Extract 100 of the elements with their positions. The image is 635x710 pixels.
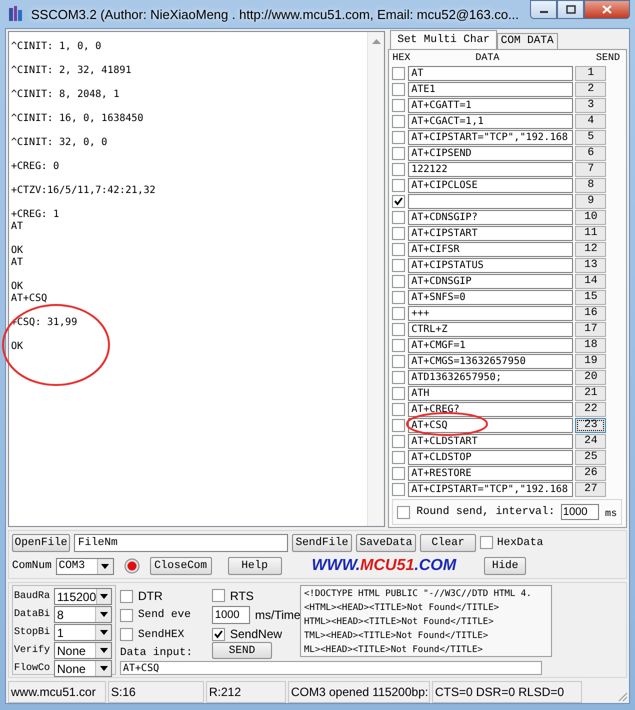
checkbox[interactable] [392,66,406,80]
send-button[interactable]: 16 [575,306,606,320]
checkbox[interactable] [392,434,406,448]
checkbox[interactable] [392,418,406,432]
open-file-button[interactable]: OpenFile [12,534,70,552]
send-button[interactable]: 5 [575,130,606,144]
setting-select[interactable]: 1 [54,624,112,641]
input-field[interactable]: AT+CMGS=13632657950 [408,354,574,368]
send-button[interactable]: 2 [575,82,606,96]
send-button[interactable]: 22 [575,402,606,416]
input-field[interactable]: AT+CIPCLOSE [408,178,574,192]
send-button[interactable]: 17 [575,322,606,336]
input-field[interactable]: AT+CIPSTATUS [408,258,574,272]
checkbox[interactable] [392,370,406,384]
setting-select[interactable]: 115200 [54,588,112,605]
send-button[interactable]: 11 [575,226,606,240]
input-field[interactable]: +++ [408,306,574,320]
checkbox[interactable] [392,402,406,416]
checkbox[interactable] [392,114,406,128]
checkbox[interactable] [392,258,406,272]
input-field[interactable]: AT+CLDSTART [408,434,574,448]
input-field[interactable]: AT+CIPSTART="TCP","192.168. [408,130,574,144]
checkbox[interactable] [120,628,133,642]
send-button[interactable]: 27 [575,482,606,496]
send-button[interactable]: 8 [575,178,606,192]
send-file-button[interactable]: SendFile [292,534,352,552]
checkbox[interactable] [392,194,406,208]
send-button[interactable]: 14 [575,274,606,288]
checkbox[interactable] [120,608,133,622]
input-field[interactable]: AT+CIPSTART [408,226,574,240]
input-field[interactable]: AT [408,66,574,80]
send-button[interactable]: 21 [575,386,606,400]
com-select[interactable]: COM3 [56,558,114,574]
input-field[interactable]: ATD13632657950; [408,370,574,384]
clear-button[interactable]: Clear [420,534,476,552]
input-field[interactable]: ATH [408,386,574,400]
input-field[interactable]: AT+CSQ [408,418,574,432]
checkbox[interactable] [392,466,406,480]
checkbox[interactable] [392,386,406,400]
input-field[interactable]: ATE1 [408,82,574,96]
send-button[interactable]: 9 [575,194,606,208]
close-com-button[interactable]: CloseCom [150,557,212,575]
checkbox[interactable] [392,178,406,192]
input-field[interactable]: AT+CMGF=1 [408,338,574,352]
interval-field[interactable]: 1000 [212,606,250,624]
send-button[interactable]: 15 [575,290,606,304]
minimize-button[interactable] [530,0,557,19]
checkbox[interactable] [392,82,406,96]
checkbox[interactable] [392,354,406,368]
checkbox[interactable] [212,589,225,602]
checkbox[interactable] [120,590,133,603]
input-field[interactable]: AT+SNFS=0 [408,290,574,304]
checkbox[interactable] [212,628,225,641]
checkbox[interactable] [392,242,406,256]
checkbox[interactable] [392,338,406,352]
maximize-button[interactable] [557,0,584,19]
setting-select[interactable]: None [54,642,112,659]
send-button[interactable]: 13 [575,258,606,272]
send-button[interactable]: 24 [575,434,606,448]
setting-select[interactable]: None [54,660,112,677]
input-field[interactable]: AT+CREG? [408,402,574,416]
checkbox[interactable] [480,536,493,549]
checkbox[interactable] [392,482,406,496]
setting-select[interactable]: 8 [54,606,112,623]
checkbox[interactable] [392,226,406,240]
input-field[interactable]: AT+CGATT=1 [408,98,574,112]
input-field[interactable]: AT+CLDSTOP [408,450,574,464]
send-button[interactable]: 19 [575,354,606,368]
input-field[interactable]: AT+CIPSTART="TCP","192.168 [408,482,574,496]
send-button[interactable]: 26 [575,466,606,480]
input-field[interactable]: AT+CIFSR [408,242,574,256]
close-button[interactable] [584,0,630,19]
tab[interactable]: Set Multi Char [390,30,497,49]
interval-field[interactable]: 1000 [560,504,599,520]
input-field[interactable]: AT+CDNSGIP [408,274,574,288]
scrollbar[interactable] [367,32,384,526]
input-field[interactable]: AT+CGACT=1,1 [408,114,574,128]
checkbox[interactable] [397,506,410,518]
send-button[interactable]: 4 [575,114,606,128]
send-button[interactable]: SEND [212,642,272,659]
send-button[interactable]: 25 [575,450,606,464]
hide-button[interactable]: Hide [484,557,526,575]
send-button[interactable]: 18 [575,338,606,352]
checkbox[interactable] [392,146,406,160]
help-button[interactable]: Help [228,557,282,575]
checkbox[interactable] [392,210,406,224]
checkbox[interactable] [392,98,406,112]
input-field[interactable]: 122122 [408,162,574,176]
checkbox[interactable] [392,274,406,288]
input-field[interactable]: AT+CDNSGIP? [408,210,574,224]
checkbox[interactable] [392,162,406,176]
send-button[interactable]: 7 [575,162,606,176]
send-button[interactable]: 3 [575,98,606,112]
send-button[interactable]: 10 [575,210,606,224]
data-input-field[interactable]: AT+CSQ [120,661,542,675]
input-field[interactable]: AT+CIPSEND [408,146,574,160]
tab[interactable]: COM DATA [496,33,558,49]
send-button[interactable]: 6 [575,146,606,160]
send-button[interactable]: 1 [575,66,606,80]
checkbox[interactable] [392,290,406,304]
